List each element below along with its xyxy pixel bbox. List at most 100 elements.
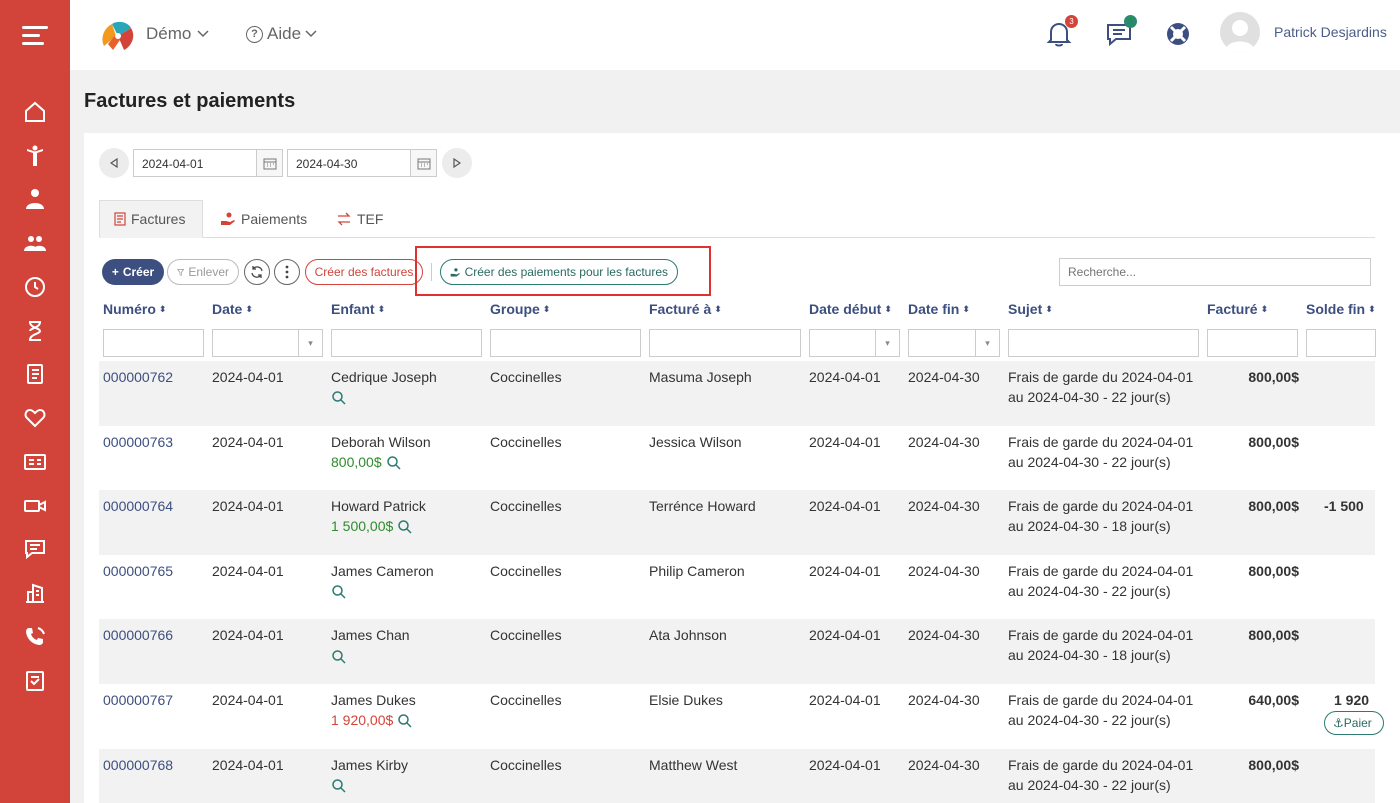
- child-balance: 1 500,00$: [331, 518, 394, 535]
- subject-line-2: au 2024-04-30 - 22 jour(s): [1008, 389, 1171, 405]
- id-card-icon[interactable]: [22, 449, 48, 475]
- support-lifebuoy-icon[interactable]: [1164, 20, 1192, 48]
- magnifier-icon[interactable]: [331, 390, 347, 406]
- messages-icon[interactable]: 9: [1105, 15, 1137, 48]
- create-button[interactable]: + Créer: [102, 259, 164, 285]
- header-label: Date fin: [908, 301, 960, 317]
- table-row[interactable]: 000000763 2024-04-01 Deborah Wilson 800,…: [99, 426, 1375, 491]
- column-header-facture[interactable]: Facturé ⬍: [1207, 301, 1268, 317]
- invoice-number-link[interactable]: 000000768: [103, 755, 173, 775]
- next-period-button[interactable]: [442, 148, 472, 178]
- staff-icon[interactable]: [22, 186, 48, 212]
- tab-factures[interactable]: Factures: [99, 200, 203, 238]
- column-header-date[interactable]: Date ⬍: [212, 301, 253, 317]
- child-cell: Deborah Wilson 800,00$: [331, 432, 431, 472]
- more-options-button[interactable]: [274, 259, 300, 285]
- column-header-enfant[interactable]: Enfant ⬍: [331, 301, 385, 317]
- magnifier-icon[interactable]: [331, 584, 347, 600]
- column-header-solde-fin[interactable]: Solde fin ⬍: [1306, 301, 1376, 317]
- payment-hand-icon: ⚓: [1333, 715, 1344, 730]
- tab-paiements[interactable]: Paiements: [206, 200, 321, 238]
- billed-amount: 800,00$: [1248, 627, 1299, 644]
- invoice-list-icon[interactable]: [22, 361, 48, 387]
- help-dropdown[interactable]: ? Aide: [246, 24, 317, 44]
- magnifier-icon[interactable]: [331, 649, 347, 665]
- calendar-icon[interactable]: [410, 150, 436, 176]
- billed-to: Terrénce Howard: [649, 498, 756, 515]
- refresh-button[interactable]: [244, 259, 270, 285]
- previous-period-button[interactable]: [99, 148, 129, 178]
- group-icon[interactable]: [22, 230, 48, 256]
- start-date-input[interactable]: 2024-04-01: [133, 149, 283, 177]
- invoice-date: 2024-04-01: [212, 756, 284, 773]
- hamburger-menu-icon[interactable]: [22, 26, 48, 46]
- pay-invoice-button[interactable]: ⚓Paier: [1324, 710, 1384, 735]
- child-name: James Cameron: [331, 562, 434, 579]
- filter-groupe-input[interactable]: [490, 329, 641, 357]
- column-header-groupe[interactable]: Groupe ⬍: [490, 301, 550, 317]
- hourglass-icon[interactable]: [22, 318, 48, 344]
- magnifier-icon[interactable]: [386, 455, 402, 471]
- column-header-date-debut[interactable]: Date début ⬍: [809, 301, 892, 317]
- filter-date-debut-select[interactable]: ▾: [809, 329, 900, 357]
- column-header-date-fin[interactable]: Date fin ⬍: [908, 301, 970, 317]
- org-logo[interactable]: [98, 16, 138, 54]
- report-icon[interactable]: [22, 668, 48, 694]
- start-date-value: 2024-04-01: [142, 157, 204, 171]
- table-row[interactable]: 000000765 2024-04-01 James Cameron Cocci…: [99, 555, 1375, 620]
- invoice-number-link[interactable]: 000000765: [103, 561, 173, 581]
- billed-to: Masuma Joseph: [649, 369, 752, 385]
- search-input[interactable]: [1059, 258, 1371, 286]
- heart-icon[interactable]: [22, 405, 48, 431]
- child-icon[interactable]: [22, 143, 48, 169]
- child-cell: James Kirby: [331, 755, 408, 795]
- filter-enfant-input[interactable]: [331, 329, 482, 357]
- tab-tef[interactable]: TEF: [322, 200, 397, 238]
- remove-label: Enlever: [188, 265, 229, 279]
- avatar[interactable]: [1220, 12, 1260, 52]
- clock-icon[interactable]: [22, 274, 48, 300]
- user-name[interactable]: Patrick Desjardins: [1274, 24, 1387, 40]
- filter-facture-input[interactable]: [1207, 329, 1298, 357]
- phone-icon[interactable]: [22, 624, 48, 650]
- filter-date-fin-select[interactable]: ▾: [908, 329, 1000, 357]
- filter-numero-input[interactable]: [103, 329, 204, 357]
- building-icon[interactable]: [22, 580, 48, 606]
- invoice-number-link[interactable]: 000000764: [103, 496, 173, 516]
- filter-facture-a-input[interactable]: [649, 329, 801, 357]
- magnifier-icon[interactable]: [331, 778, 347, 794]
- column-header-numero[interactable]: Numéro ⬍: [103, 301, 166, 317]
- filter-date-select[interactable]: ▾: [212, 329, 323, 357]
- table-row[interactable]: 000000767 2024-04-01 James Dukes 1 920,0…: [99, 684, 1384, 749]
- sort-icon: ⬍: [1260, 303, 1269, 314]
- invoice-number-link[interactable]: 000000767: [103, 690, 173, 710]
- create-payments-for-invoices-button[interactable]: Créer des paiements pour les factures: [440, 259, 678, 285]
- notifications-bell-icon[interactable]: 3: [1046, 15, 1078, 48]
- header-label: Groupe: [490, 301, 540, 317]
- end-date-input[interactable]: 2024-04-30: [287, 149, 437, 177]
- invoice-number-link[interactable]: 000000763: [103, 432, 173, 452]
- column-header-sujet[interactable]: Sujet ⬍: [1008, 301, 1053, 317]
- video-icon[interactable]: [22, 493, 48, 519]
- chat-icon[interactable]: [22, 536, 48, 562]
- remove-button[interactable]: Enlever: [167, 259, 239, 285]
- messages-badge: 9: [1124, 15, 1137, 28]
- calendar-icon[interactable]: [256, 150, 282, 176]
- magnifier-icon[interactable]: [397, 713, 413, 729]
- filter-solde-fin-input[interactable]: [1306, 329, 1376, 357]
- end-date: 2024-04-30: [908, 691, 980, 708]
- table-row[interactable]: 000000768 2024-04-01 James Kirby Coccine…: [99, 748, 1375, 803]
- filter-sujet-input[interactable]: [1008, 329, 1199, 357]
- table-row[interactable]: 000000764 2024-04-01 Howard Patrick 1 50…: [99, 490, 1375, 555]
- home-icon[interactable]: [22, 99, 48, 125]
- invoice-number-link[interactable]: 000000762: [103, 367, 173, 387]
- table-row[interactable]: 000000766 2024-04-01 James Chan Coccinel…: [99, 619, 1375, 684]
- column-header-facture-a[interactable]: Facturé à ⬍: [649, 301, 722, 317]
- org-dropdown[interactable]: Démo: [146, 24, 209, 44]
- create-invoices-button[interactable]: Créer des factures: [305, 259, 423, 285]
- magnifier-icon[interactable]: [397, 519, 413, 535]
- create-payments-label: Créer des paiements pour les factures: [464, 265, 668, 279]
- notifications-badge: 3: [1065, 15, 1078, 28]
- table-row[interactable]: 000000762 2024-04-01 Cedrique Joseph Coc…: [99, 361, 1375, 426]
- invoice-number-link[interactable]: 000000766: [103, 625, 173, 645]
